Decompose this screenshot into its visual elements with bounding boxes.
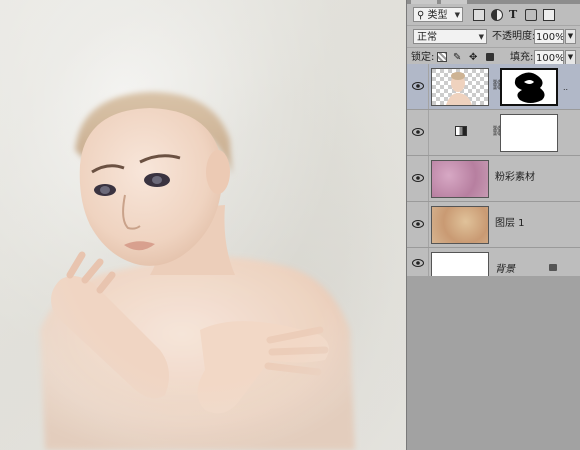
eye-icon xyxy=(412,259,424,267)
lock-paint-icon[interactable]: ✎ xyxy=(453,50,461,65)
blend-mode-select[interactable]: 正常 ▼ xyxy=(413,29,487,44)
text-filter-icon[interactable]: T xyxy=(509,7,517,22)
layer-row[interactable]: ⛓ .. xyxy=(407,64,580,110)
opacity-dropdown[interactable]: ▼ xyxy=(565,29,576,44)
layer-row[interactable]: 背景 xyxy=(407,248,580,290)
mask-shape-image xyxy=(514,72,545,103)
lock-move-icon[interactable]: ✥ xyxy=(469,50,477,65)
blend-row: 正常 ▼ 不透明度: 100% ▼ xyxy=(407,26,580,48)
document-canvas[interactable] xyxy=(0,0,406,450)
visibility-toggle[interactable] xyxy=(407,202,429,247)
layer-name[interactable]: 粉彩素材 xyxy=(495,172,535,184)
filter-kind-label: 类型 xyxy=(427,10,448,21)
eye-icon xyxy=(412,82,424,90)
layer-filter-row: ⚲ 类型 ▼ T xyxy=(407,4,580,26)
blend-mode-value: 正常 xyxy=(417,32,437,43)
levels-adjustment-icon[interactable] xyxy=(455,126,467,136)
layer-mask-thumbnail[interactable] xyxy=(500,68,558,106)
visibility-toggle[interactable] xyxy=(407,110,429,155)
search-icon: ⚲ xyxy=(417,10,425,21)
eye-icon xyxy=(412,128,424,136)
lock-label: 锁定: xyxy=(411,52,435,63)
layers-panel: ⚲ 类型 ▼ T 正常 ▼ 不透明度: 100% ▼ 锁定: ✎ ✥ 填充: 1… xyxy=(406,0,580,450)
layer-thumbnail[interactable] xyxy=(431,68,489,106)
layer-overflow: .. xyxy=(563,83,569,92)
opacity-label: 不透明度: xyxy=(492,31,536,42)
filter-kind-select[interactable]: ⚲ 类型 ▼ xyxy=(413,7,463,22)
fill-input[interactable]: 100% xyxy=(534,50,564,65)
layer-row[interactable]: 图层 1 xyxy=(407,202,580,248)
layer-row[interactable]: 粉彩素材 xyxy=(407,156,580,202)
chevron-down-icon: ▼ xyxy=(454,11,460,19)
fill-label: 填充: xyxy=(510,52,534,63)
layer-thumbnail[interactable] xyxy=(431,206,489,244)
portrait-image xyxy=(0,0,406,450)
lock-all-icon[interactable] xyxy=(486,53,494,61)
layer-thumbnail[interactable] xyxy=(431,160,489,198)
image-filter-icon[interactable] xyxy=(473,9,485,21)
layer-mask-thumbnail[interactable] xyxy=(500,114,558,152)
chevron-down-icon: ▼ xyxy=(478,33,484,41)
shape-filter-icon[interactable] xyxy=(525,9,537,21)
visibility-toggle[interactable] xyxy=(407,156,429,201)
opacity-input[interactable]: 100% xyxy=(534,29,564,44)
layers-empty-area[interactable] xyxy=(407,276,580,450)
lock-transparent-icon[interactable] xyxy=(437,52,447,62)
smart-object-filter-icon[interactable] xyxy=(543,9,555,21)
visibility-toggle[interactable] xyxy=(407,64,429,109)
lock-icon xyxy=(549,264,557,271)
adjustment-filter-icon[interactable] xyxy=(491,9,503,21)
layer-row[interactable]: ⛓ xyxy=(407,110,580,156)
fill-dropdown[interactable]: ▼ xyxy=(565,50,576,65)
layer-name[interactable]: 背景 xyxy=(495,264,515,276)
eye-icon xyxy=(412,174,424,182)
eye-icon xyxy=(412,220,424,228)
visibility-toggle[interactable] xyxy=(407,248,429,278)
portrait-thumbnail-image xyxy=(446,72,472,105)
layer-name[interactable]: 图层 1 xyxy=(495,218,525,230)
